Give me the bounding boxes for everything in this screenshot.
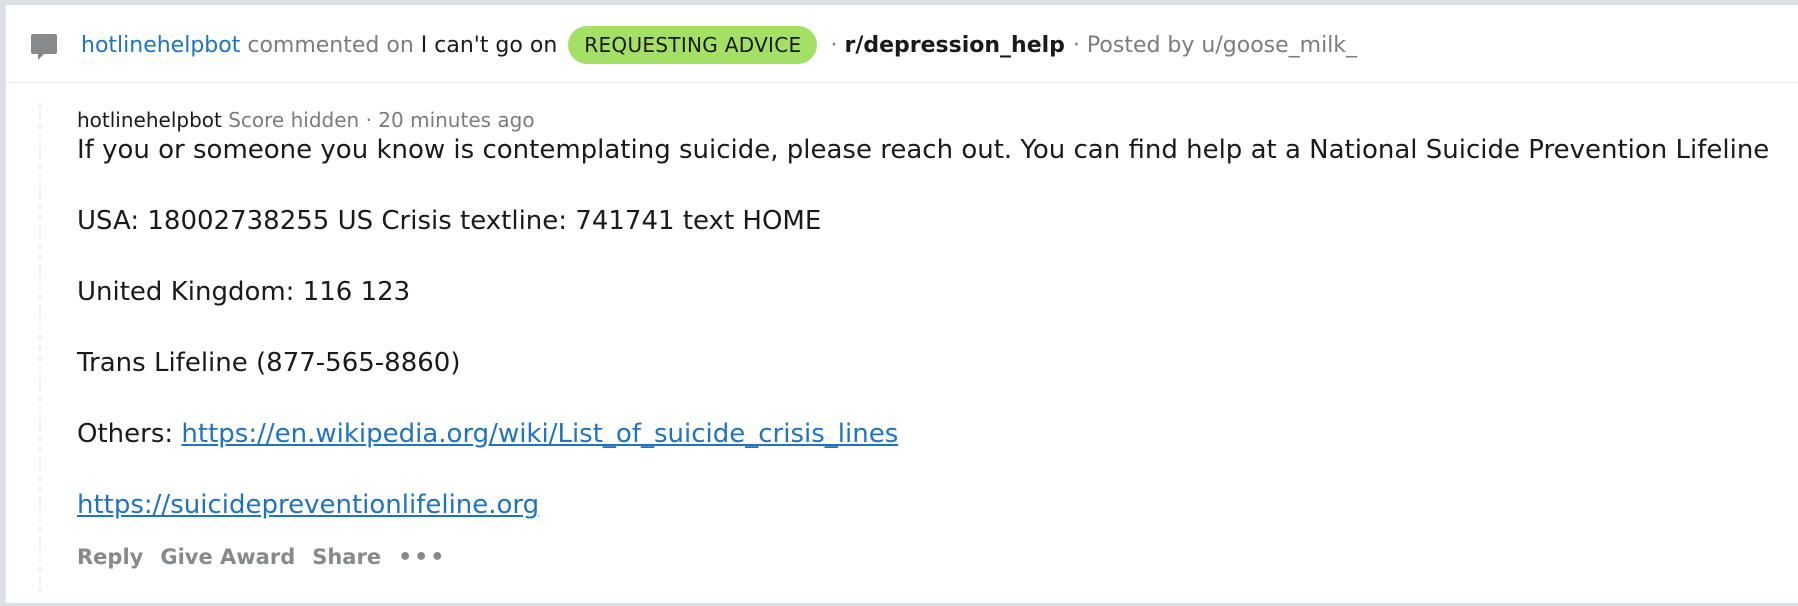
reply-button[interactable]: Reply (77, 545, 143, 569)
comment-paragraph: United Kingdom: 116 123 (77, 277, 411, 307)
commented-on-text: commented on (247, 32, 414, 58)
comment-actions: Reply Give Award Share ••• (77, 537, 1787, 577)
comment-body: If you or someone you know is contemplat… (77, 115, 1787, 541)
comment-paragraph-others: Others: https://en.wikipedia.org/wiki/Li… (77, 399, 1787, 470)
commenter-username-link[interactable]: hotlinehelpbot (81, 33, 240, 58)
post-flair-badge[interactable]: REQUESTING ADVICE (568, 26, 818, 64)
comment-paragraph: Trans Lifeline (877-565-8860) (77, 348, 461, 378)
more-options-icon[interactable]: ••• (398, 545, 446, 570)
comment-context-header: hotlinehelpbot commented on I can't go o… (6, 5, 1798, 83)
share-button[interactable]: Share (312, 545, 381, 569)
post-title-link[interactable]: I can't go on (421, 33, 558, 58)
thread-line[interactable] (39, 103, 41, 593)
comment-paragraph: If you or someone you know is contemplat… (77, 135, 1770, 165)
comment-bubble-icon (31, 34, 57, 60)
separator-dot: · (830, 32, 838, 58)
comment-card: hotlinehelpbot commented on I can't go o… (5, 5, 1798, 603)
lifeline-website-link[interactable]: https://suicidepreventionlifeline.org (77, 490, 539, 520)
give-award-button[interactable]: Give Award (160, 545, 295, 569)
context-line: hotlinehelpbot commented on I can't go o… (81, 25, 1357, 65)
comment: hotlinehelpbot Score hidden · 20 minutes… (77, 105, 1787, 577)
comment-paragraph: USA: 18002738255 US Crisis textline: 741… (77, 206, 822, 236)
wikipedia-crisis-lines-link[interactable]: https://en.wikipedia.org/wiki/List_of_su… (181, 419, 898, 449)
subreddit-link[interactable]: r/depression_help (844, 33, 1064, 58)
comment-paragraph-link: https://suicidepreventionlifeline.org (77, 470, 1787, 541)
posted-by-text[interactable]: · Posted by u/goose_milk_ (1073, 33, 1357, 58)
others-label: Others: (77, 419, 174, 449)
